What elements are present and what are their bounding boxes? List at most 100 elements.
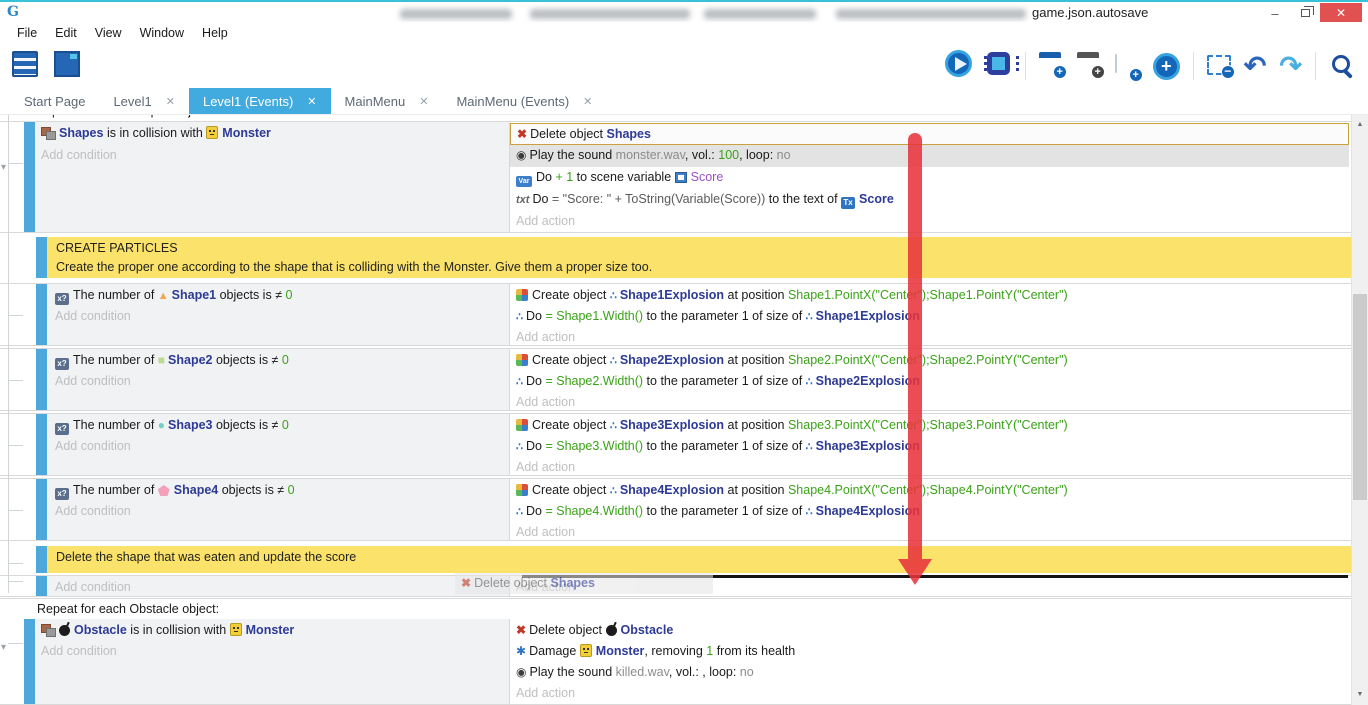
vertical-scrollbar[interactable]: ▲ ▼: [1351, 115, 1368, 705]
text-segment: , removing: [644, 644, 706, 658]
particle-icon: ∴: [516, 307, 523, 327]
tab-level1[interactable]: Level1✕: [99, 88, 189, 114]
text-segment: Delete object: [530, 127, 606, 141]
action-row[interactable]: ✖Delete object Obstacle: [510, 620, 1351, 641]
text-segment: Play the sound: [529, 148, 615, 162]
add-condition-link[interactable]: Add condition: [47, 306, 509, 327]
add-comment-icon[interactable]: +: [1115, 55, 1140, 78]
close-button[interactable]: ✕: [1320, 3, 1362, 23]
tab-close-icon[interactable]: ✕: [307, 95, 316, 108]
conditions-cell[interactable]: x?The number of ●Shape3 objects is ≠ 0Ad…: [47, 414, 510, 476]
particle-icon: ∴: [516, 437, 523, 457]
add-condition-link[interactable]: Add condition: [47, 577, 509, 597]
tab-mainmenu-events-[interactable]: MainMenu (Events)✕: [442, 88, 606, 114]
tree-connector: [8, 643, 23, 644]
delete-x-icon: ✖: [461, 573, 471, 594]
collapse-arrow-icon[interactable]: ▾: [1, 163, 6, 173]
new-project-icon[interactable]: [12, 51, 38, 82]
undo-icon[interactable]: ↶: [1244, 53, 1267, 80]
particle-icon: ∴: [806, 307, 813, 327]
comment-text: Delete the shape that was eaten and upda…: [47, 546, 1351, 573]
debug-icon[interactable]: [985, 50, 1012, 82]
scrollbar-thumb[interactable]: [1353, 294, 1367, 500]
text-segment: to the text of: [765, 192, 841, 206]
tab-level1-events-[interactable]: Level1 (Events)✕: [189, 88, 331, 114]
conditions-cell[interactable]: x?The number of Shape4 objects is ≠ 0Add…: [47, 479, 510, 541]
conditions-cell[interactable]: x?The number of ▲Shape1 objects is ≠ 0Ad…: [47, 284, 510, 346]
add-condition-link[interactable]: Add condition: [47, 436, 509, 457]
text-segment: Shape4: [174, 483, 218, 497]
text-segment: Create object: [532, 418, 610, 432]
scroll-up-icon[interactable]: ▲: [1352, 118, 1368, 132]
tab-mainmenu[interactable]: MainMenu✕: [331, 88, 443, 114]
tree-connector: [8, 563, 23, 564]
text-segment: Shape2: [168, 353, 212, 367]
delete-selection-icon[interactable]: −: [1207, 53, 1231, 80]
add-condition-link[interactable]: Add condition: [47, 501, 509, 522]
text-object-icon: Tx: [841, 197, 855, 209]
tree-connector: [8, 380, 23, 381]
play-icon[interactable]: [945, 50, 972, 82]
comment-line: Delete the shape that was eaten and upda…: [56, 548, 1351, 567]
redacted-title-text: [704, 9, 816, 19]
comment-block[interactable]: Delete the shape that was eaten and upda…: [0, 546, 1351, 573]
create-object-icon: [516, 419, 528, 431]
tab-start-page[interactable]: Start Page: [10, 88, 99, 114]
actions-cell[interactable]: ✖Delete object Obstacle✱Damage Monster, …: [510, 619, 1351, 705]
condition-row[interactable]: Obstacle is in collision with Monster: [35, 620, 509, 641]
condition-row[interactable]: x?The number of ■Shape2 objects is ≠ 0: [47, 350, 509, 371]
text-segment: Obstacle: [74, 623, 127, 637]
menu-edit[interactable]: Edit: [46, 22, 86, 44]
text-segment: no: [777, 148, 791, 162]
condition-row[interactable]: Shapes is in collision with Monster: [35, 123, 509, 145]
menu-help[interactable]: Help: [193, 22, 237, 44]
add-condition-link[interactable]: Add condition: [35, 641, 509, 662]
text-segment: Play the sound: [529, 665, 615, 679]
text-segment: The number of: [73, 418, 158, 432]
tab-close-icon[interactable]: ✕: [166, 95, 175, 108]
text-segment: 0: [288, 483, 295, 497]
event-block: Repeat for each Obstacle object:Obstacle…: [0, 598, 1351, 705]
add-action-link[interactable]: Add action: [510, 683, 1351, 704]
action-row[interactable]: ◉Play the sound killed.wav, vol.: , loop…: [510, 662, 1351, 683]
menu-file[interactable]: File: [8, 22, 46, 44]
minimize-button[interactable]: –: [1260, 3, 1290, 23]
tab-close-icon[interactable]: ✕: [419, 95, 428, 108]
conditions-cell[interactable]: Shapes is in collision with MonsterAdd c…: [35, 122, 510, 233]
redo-icon[interactable]: ↷: [1279, 53, 1302, 80]
collapse-arrow-icon[interactable]: ▾: [1, 643, 6, 653]
delete-x-icon: ✖: [517, 124, 527, 145]
conditions-cell[interactable]: x?The number of ■Shape2 objects is ≠ 0Ad…: [47, 349, 510, 411]
condition-row[interactable]: x?The number of Shape4 objects is ≠ 0: [47, 480, 509, 501]
variable-icon: Var: [516, 176, 532, 187]
conditions-cell[interactable]: Add condition: [47, 576, 510, 597]
text-segment: ≠: [277, 483, 287, 497]
text-segment: to the parameter 1 of size of: [643, 439, 806, 453]
open-project-icon[interactable]: [54, 51, 80, 82]
condition-row[interactable]: x?The number of ●Shape3 objects is ≠ 0: [47, 415, 509, 436]
conditions-cell[interactable]: Obstacle is in collision with MonsterAdd…: [35, 619, 510, 705]
menu-view[interactable]: View: [86, 22, 131, 44]
add-condition-link[interactable]: Add condition: [47, 371, 509, 392]
add-event-icon[interactable]: +: [1039, 52, 1064, 80]
menu-window[interactable]: Window: [131, 22, 193, 44]
action-row[interactable]: ✱Damage Monster, removing 1 from its hea…: [510, 641, 1351, 662]
tab-close-icon[interactable]: ✕: [583, 95, 592, 108]
add-circle-icon[interactable]: +: [1153, 53, 1180, 80]
add-condition-link[interactable]: Add condition: [35, 145, 509, 167]
object-count-icon: x?: [55, 358, 69, 370]
comment-block[interactable]: CREATE PARTICLESCreate the proper one ac…: [0, 237, 1351, 278]
search-icon[interactable]: [1329, 52, 1356, 81]
comment-line: CREATE PARTICLES: [56, 239, 1351, 258]
object-count-icon: x?: [55, 488, 69, 500]
tab-label: Start Page: [24, 94, 85, 109]
condition-row[interactable]: x?The number of ▲Shape1 objects is ≠ 0: [47, 285, 509, 306]
text-segment: = Shape2.Width(): [545, 374, 643, 388]
text-segment: Do: [526, 504, 545, 518]
scroll-down-icon[interactable]: ▼: [1352, 688, 1368, 702]
add-subevent-icon[interactable]: +: [1077, 52, 1102, 80]
repeat-event-header[interactable]: Repeat for each Obstacle object:: [0, 599, 1351, 619]
bomb-icon: [59, 625, 70, 636]
restore-button[interactable]: [1290, 3, 1320, 23]
particle-icon: ∴: [806, 372, 813, 392]
